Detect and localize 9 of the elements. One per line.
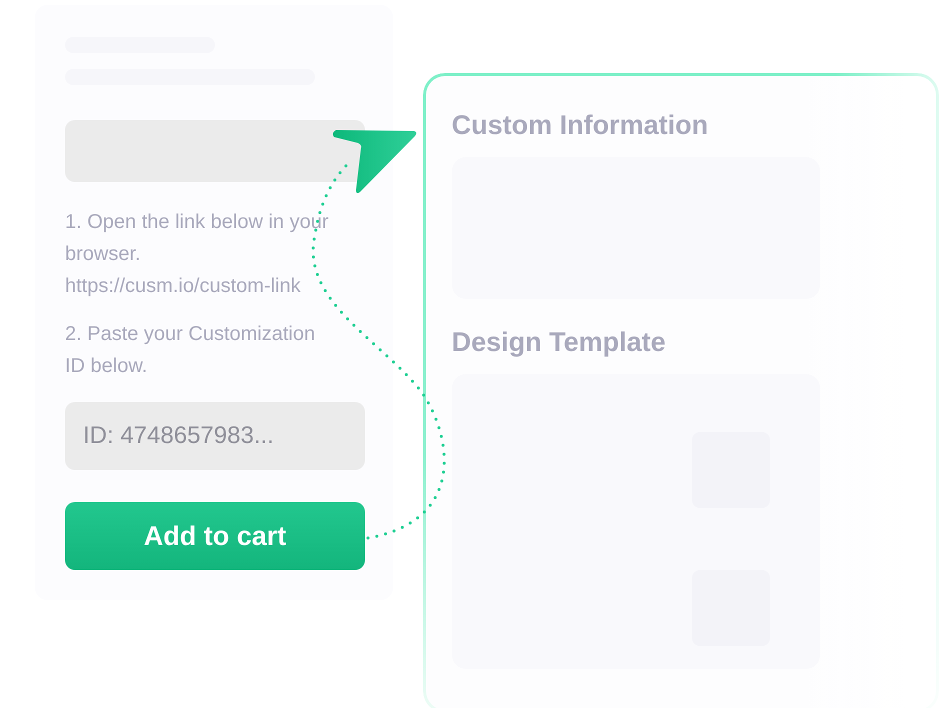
instruction-text: 1. Open the link below in your browser. bbox=[65, 210, 330, 267]
input-field[interactable] bbox=[65, 120, 365, 182]
instruction-text: 2. Paste your Customization ID below. bbox=[65, 322, 316, 379]
section-title: Design Template bbox=[452, 327, 666, 358]
link[interactable]: https://cusm.io/custom-link bbox=[65, 270, 301, 302]
arrow-icon bbox=[332, 130, 416, 194]
id-field[interactable]: ID: 4748657983... bbox=[65, 402, 365, 470]
add-to-cart-button[interactable]: Add to cart bbox=[65, 502, 365, 570]
section-title: Custom Information bbox=[452, 110, 708, 141]
